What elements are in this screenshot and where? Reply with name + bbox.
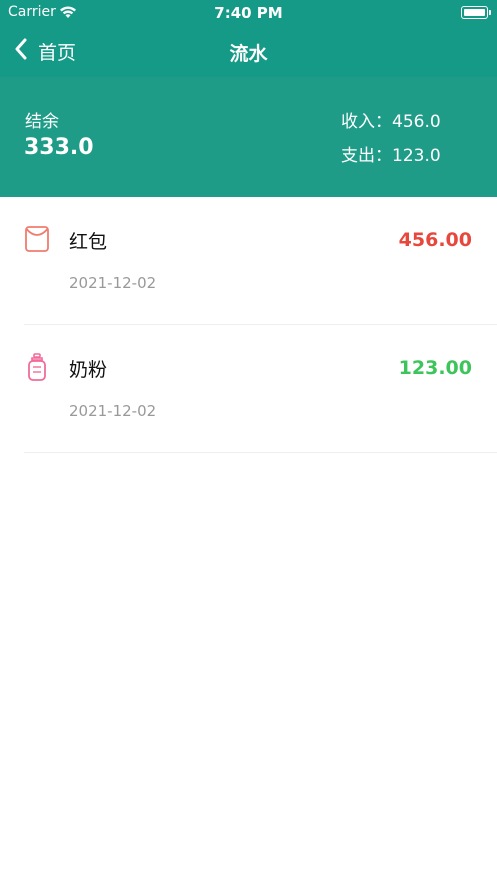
navigation-bar: 首页 流水 <box>0 26 497 77</box>
page-title: 流水 <box>229 43 268 65</box>
list-item[interactable]: 奶粉 123.00 2021-12-02 <box>0 325 497 453</box>
balance-value: 333.0 <box>24 135 94 160</box>
record-list: 红包 456.00 2021-12-02 奶粉 123.00 2021-12-0… <box>0 197 497 453</box>
record-amount: 456.00 <box>398 229 472 251</box>
record-name: 红包 <box>69 231 108 253</box>
summary-panel: 结余 333.0 收入：456.0 支出：123.0 <box>0 77 497 197</box>
income-total: 收入：456.0 <box>341 112 441 132</box>
list-item[interactable]: 红包 456.00 2021-12-02 <box>0 197 497 325</box>
balance-label: 结余 <box>25 112 59 132</box>
record-date: 2021-12-02 <box>69 402 157 420</box>
expense-total: 支出：123.0 <box>341 146 441 166</box>
red-envelope-icon <box>24 225 50 253</box>
record-date: 2021-12-02 <box>69 274 157 292</box>
record-name: 奶粉 <box>69 359 108 381</box>
battery-icon <box>461 6 491 19</box>
row-divider <box>24 452 497 453</box>
baby-bottle-icon <box>24 353 50 381</box>
status-time: 7:40 PM <box>214 4 283 22</box>
record-amount: 123.00 <box>398 357 472 379</box>
status-bar: Carrier 7:40 PM <box>0 0 497 26</box>
